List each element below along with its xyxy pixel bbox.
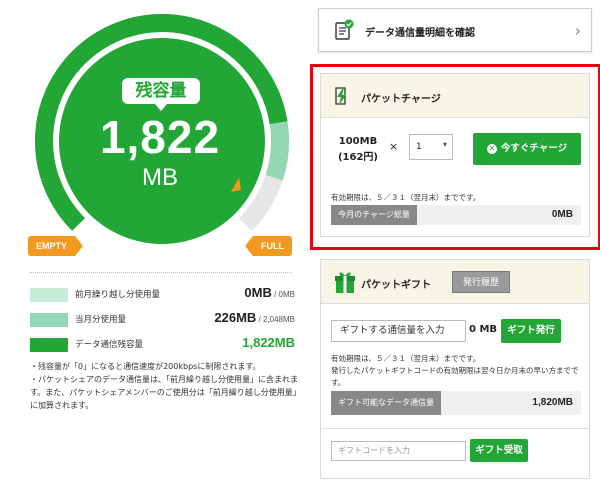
packet-gift-header: パケットギフト 発行履歴 (321, 260, 589, 304)
full-tag: FULL (245, 236, 292, 256)
charge-now-label: 今すぐチャージ (500, 143, 568, 154)
charge-amount: 100MB (162円) (335, 134, 381, 166)
document-check-icon (335, 19, 354, 40)
gift-available-label: ギフト可能なデータ通信量 (331, 391, 441, 415)
gift-code-input[interactable]: ギフトコードを入力 (331, 441, 466, 461)
divider (30, 272, 292, 273)
packet-gift-panel: パケットギフト 発行履歴 ギフトする通信量を入力 0 MB ギフト発行 有効期限… (320, 259, 590, 479)
notes: ・残容量が「0」になると通信速度が200kbpsに制限されます。 ・パケットシェ… (30, 360, 300, 412)
remaining-value: 1,822 (99, 111, 221, 163)
note-item: ・パケットシェアのデータ通信量は、「前月繰り越し分使用量」に含まれます。また、パ… (30, 375, 298, 410)
gift-amount-input[interactable]: ギフトする通信量を入力 (331, 320, 466, 342)
charge-now-button[interactable]: ✕ 今すぐチャージ (473, 133, 581, 165)
gift-available-value: 1,820MB (532, 397, 573, 408)
chevron-right-icon: › (574, 21, 581, 40)
gift-note: 発行したパケットギフトコードの有効期限は翌々日か月末の早い方までです。 (331, 366, 579, 387)
gift-receive-button[interactable]: ギフト受取 (470, 439, 528, 462)
packet-charge-header: パケットチャージ (321, 74, 589, 118)
packet-gift-title: パケットギフト (361, 280, 431, 291)
month-charge-total-value: 0MB (551, 209, 573, 220)
legend-month-usage: 当月分使用量 226MB / 2,048MB (30, 310, 295, 328)
legend-swatch (30, 313, 68, 327)
gift-icon (335, 272, 355, 293)
note-item: ・残容量が「0」になると通信速度が200kbpsに制限されます。 (30, 362, 261, 371)
legend-swatch (30, 338, 68, 352)
legend-carryover: 前月繰り越し分使用量 0MB / 0MB (30, 285, 295, 303)
charge-price: (162円) (337, 152, 378, 163)
legend-remaining: データ通信残容量 1,822MB (30, 335, 295, 353)
quantity-value: 1 (416, 142, 422, 152)
packet-charge-title: パケットチャージ (361, 94, 441, 105)
legend-value: 226MB / 2,048MB (214, 310, 295, 325)
remaining-badge: 残容量 (122, 78, 200, 111)
packet-charge-panel: パケットチャージ 100MB (162円) × 1 ▾ ✕ 今すぐチャージ 有効期… (320, 73, 590, 237)
gift-issue-button[interactable]: ギフト発行 (501, 319, 561, 343)
gift-note: 有効期限は、５／３１（翌月末）までです。 (331, 354, 481, 363)
usage-detail-label: データ通信量明細を確認 (365, 28, 475, 39)
remaining-unit: MB (142, 164, 178, 191)
lightning-icon (335, 87, 346, 105)
close-circle-icon: ✕ (486, 143, 497, 154)
usage-detail-button[interactable]: データ通信量明細を確認 › (318, 8, 592, 52)
month-charge-total: 今月のチャージ総量 0MB (331, 205, 581, 225)
charge-amount-mb: 100MB (338, 136, 378, 147)
charge-expiry: 有効期限は、５／３１（翌月末）までです。 (331, 193, 481, 202)
empty-tag: EMPTY (28, 236, 84, 256)
legend-label: データ通信残容量 (75, 340, 144, 350)
gift-notes: 有効期限は、５／３１（翌月末）までです。 発行したパケットギフトコードの有効期限… (331, 353, 586, 389)
chevron-down-icon: ▾ (442, 140, 447, 149)
legend-value: 0MB / 0MB (244, 285, 295, 300)
gift-amount-unit: 0 MB (469, 324, 498, 335)
divider (321, 428, 589, 429)
legend-value: 1,822MB (242, 335, 295, 350)
gift-available: ギフト可能なデータ通信量 1,820MB (331, 391, 581, 415)
quantity-select[interactable]: 1 ▾ (409, 134, 453, 160)
multiply-sign: × (389, 140, 399, 153)
legend-label: 当月分使用量 (75, 315, 127, 325)
legend-label: 前月繰り越し分使用量 (75, 290, 161, 300)
legend-swatch (30, 288, 68, 302)
month-charge-total-label: 今月のチャージ総量 (331, 205, 417, 225)
capacity-gauge: 残容量 1,822 MB EMPTY FULL (0, 0, 310, 270)
gift-history-button[interactable]: 発行履歴 (452, 271, 510, 293)
